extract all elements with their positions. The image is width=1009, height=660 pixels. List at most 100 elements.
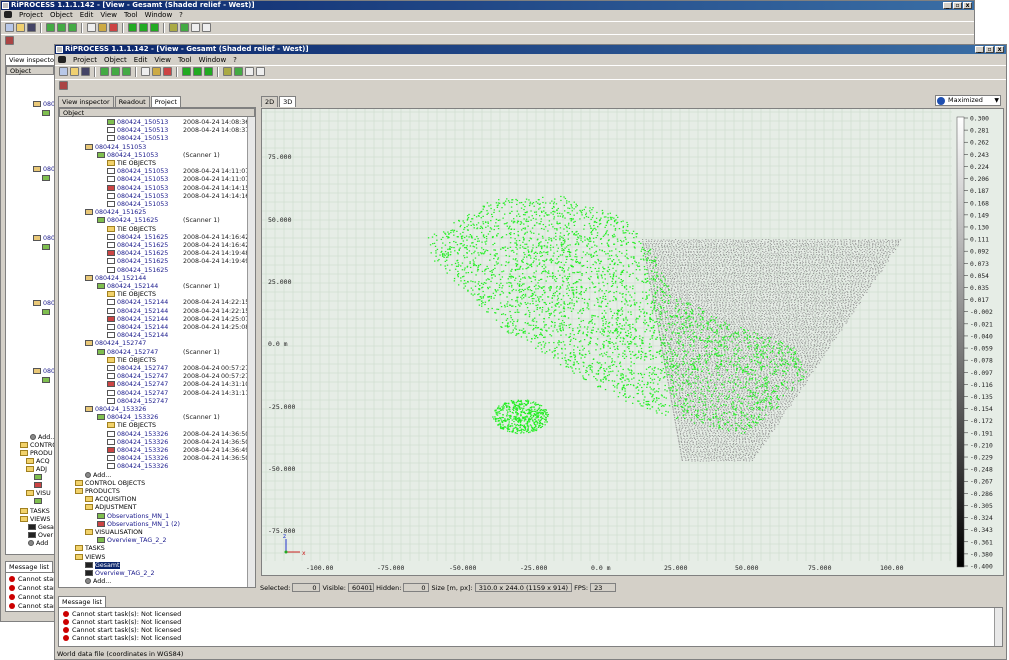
- tree-row[interactable]: 080424_151053 2008-04-24 14:11:07: [107, 168, 249, 176]
- tree-item[interactable]: [34, 498, 44, 506]
- tree-row[interactable]: TIE OBJECTS: [107, 225, 156, 234]
- tree-item[interactable]: 080: [33, 166, 55, 174]
- tree-row[interactable]: 080424_151053 2008-04-24 14:14:16: [107, 192, 249, 201]
- tree-row[interactable]: ACQUISITION: [85, 496, 136, 504]
- message-scrollbar[interactable]: [994, 608, 1002, 646]
- tree-row[interactable]: TIE OBJECTS: [107, 160, 156, 168]
- tool-icon[interactable]: [180, 23, 189, 32]
- menu-edit[interactable]: Edit: [134, 56, 148, 64]
- close-button[interactable]: x: [963, 2, 972, 9]
- tool-icon[interactable]: [204, 67, 213, 76]
- delete-icon[interactable]: [109, 23, 118, 32]
- tool-icon[interactable]: [150, 23, 159, 32]
- view-icon[interactable]: [100, 67, 109, 76]
- tree-row[interactable]: 080424_151625: [85, 209, 146, 217]
- menu-window[interactable]: Window: [199, 56, 227, 64]
- tree-row[interactable]: 080424_152144 (Scanner 1): [97, 283, 220, 291]
- tree-scrollbar[interactable]: [247, 117, 255, 587]
- tab-view-inspector[interactable]: View inspector: [58, 96, 114, 107]
- tree-row[interactable]: 080424_150513 2008-04-24 14:08:36: [107, 119, 249, 127]
- tree-row[interactable]: 080424_150513 2008-04-24 14:08:37: [107, 127, 249, 135]
- tab-readout[interactable]: Readout: [114, 96, 150, 107]
- tree-item[interactable]: Add...: [30, 434, 56, 442]
- 3d-viewport[interactable]: 75.000 50.000 25.000 0.0 m -25.000 -50.000 -75…: [261, 108, 1004, 576]
- menu-project[interactable]: Project: [19, 11, 43, 19]
- tree-row[interactable]: VISUALISATION: [85, 529, 143, 537]
- tree-row[interactable]: ADJUSTMENT: [85, 504, 136, 512]
- menu-object[interactable]: Object: [104, 56, 127, 64]
- bookmark-icon[interactable]: [5, 36, 14, 45]
- tab-2d[interactable]: 2D: [261, 96, 279, 107]
- delete-icon[interactable]: [163, 67, 172, 76]
- tree-row[interactable]: 080424_153326 2008-04-24 14:36:49: [107, 447, 249, 455]
- tree-row[interactable]: Add...: [85, 471, 111, 480]
- tree-row[interactable]: 080424_151053 2008-04-24 14:11:07: [107, 176, 249, 184]
- tree-row[interactable]: VIEWS: [75, 553, 105, 562]
- tree-row[interactable]: 080424_152144 2008-04-24 14:25:07: [107, 315, 249, 324]
- tree-row[interactable]: TIE OBJECTS: [107, 422, 156, 430]
- tool-icon[interactable]: [256, 67, 265, 76]
- open-icon[interactable]: [70, 67, 79, 76]
- menu-window[interactable]: Window: [145, 11, 173, 19]
- tree-row[interactable]: 080424_151625 (Scanner 1): [97, 217, 220, 225]
- tree-row[interactable]: 080424_153326 2008-04-24 14:36:50: [107, 455, 249, 463]
- tree-row[interactable]: 080424_153326 (Scanner 1): [97, 414, 220, 422]
- tree-item[interactable]: [42, 377, 52, 385]
- tree-row[interactable]: 080424_151625 2008-04-24 14:16:42: [107, 242, 249, 250]
- tree-row[interactable]: Add...: [85, 578, 111, 586]
- tool-icon[interactable]: [245, 67, 254, 76]
- tree-row[interactable]: 080424_152747: [85, 340, 146, 348]
- tree-row[interactable]: 080424_150513: [107, 135, 168, 143]
- menu-view[interactable]: View: [154, 56, 171, 64]
- save-icon[interactable]: [81, 67, 90, 76]
- tab-project[interactable]: Project: [150, 96, 181, 107]
- tree-row[interactable]: 080424_153326 2008-04-24 14:36:50: [107, 430, 249, 439]
- tree-item[interactable]: Over: [28, 532, 53, 540]
- menu-object[interactable]: Object: [50, 11, 73, 19]
- select-icon[interactable]: [141, 67, 150, 76]
- tree-item[interactable]: 080: [33, 101, 55, 109]
- tree-item[interactable]: [42, 309, 52, 317]
- view-icon[interactable]: [68, 23, 77, 32]
- tool-icon[interactable]: [223, 67, 232, 76]
- tool-icon[interactable]: [169, 23, 178, 32]
- menu-tool[interactable]: Tool: [124, 11, 138, 19]
- tree-row[interactable]: 080424_152144 2008-04-24 14:22:15: [107, 299, 249, 307]
- save-icon[interactable]: [27, 23, 36, 32]
- tree-row[interactable]: 080424_151053: [85, 143, 146, 152]
- tab-view-inspector[interactable]: View inspector: [5, 54, 61, 65]
- tree-item[interactable]: [34, 474, 44, 482]
- tree-row[interactable]: 080424_153326 2008-04-24 14:36:50: [107, 438, 249, 447]
- tool-icon[interactable]: [128, 23, 137, 32]
- point-cloud-canvas[interactable]: 75.000 50.000 25.000 0.0 m -25.000 -50.000 -75…: [262, 109, 1003, 575]
- menu-help[interactable]: ?: [233, 56, 237, 64]
- close-button[interactable]: x: [995, 46, 1004, 53]
- view-icon[interactable]: [57, 23, 66, 32]
- tab-3d[interactable]: 3D: [279, 96, 297, 107]
- tree-row[interactable]: 080424_152144: [85, 274, 146, 283]
- tree-row[interactable]: 080424_152747 2008-04-24 00:57:27: [107, 373, 249, 381]
- tree-item[interactable]: VISU: [26, 490, 51, 498]
- tree-row[interactable]: 080424_153326: [107, 463, 168, 471]
- move-icon[interactable]: [152, 67, 161, 76]
- view-mode-select[interactable]: Maximized ▼: [935, 95, 1001, 106]
- tree-row[interactable]: 080424_152747: [107, 397, 168, 406]
- tree-row[interactable]: 080424_151053 2008-04-24 14:14:15: [107, 184, 249, 193]
- tree-row[interactable]: TIE OBJECTS: [107, 356, 156, 365]
- menu-help[interactable]: ?: [179, 11, 183, 19]
- tool-icon[interactable]: [202, 23, 211, 32]
- tree-item[interactable]: [42, 244, 52, 252]
- tool-icon[interactable]: [234, 67, 243, 76]
- view-icon[interactable]: [46, 23, 55, 32]
- tool-icon[interactable]: [182, 67, 191, 76]
- menu-project[interactable]: Project: [73, 56, 97, 64]
- view-icon[interactable]: [122, 67, 131, 76]
- tree-item[interactable]: ADJ: [26, 466, 47, 474]
- tree-item[interactable]: ACQ: [26, 458, 50, 466]
- tree-row[interactable]: TASKS: [75, 545, 105, 553]
- tree-item[interactable]: [42, 110, 52, 118]
- tree-item[interactable]: TASKS: [20, 508, 50, 516]
- tree-row[interactable]: Overview_TAG_2_2: [85, 570, 155, 578]
- tree-item[interactable]: [34, 482, 44, 490]
- new-icon[interactable]: [5, 23, 14, 32]
